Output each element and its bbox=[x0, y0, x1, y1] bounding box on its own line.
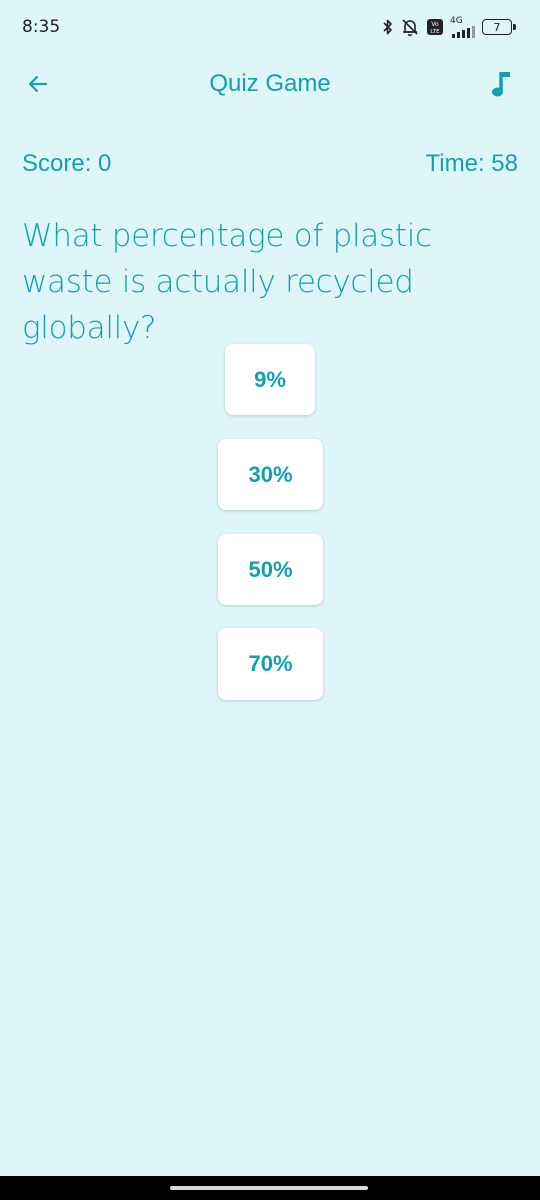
music-toggle-button[interactable] bbox=[484, 68, 520, 104]
navigation-bar bbox=[0, 1176, 540, 1200]
answer-option-1[interactable]: 9% bbox=[225, 344, 315, 415]
app-title: Quiz Game bbox=[209, 70, 331, 97]
app-bar: Quiz Game bbox=[0, 56, 540, 114]
volte-icon: Vo LTE bbox=[426, 18, 444, 36]
home-indicator[interactable] bbox=[170, 1186, 368, 1190]
network-type-label: 4G bbox=[450, 15, 463, 26]
status-bar: 8:35 Vo LTE 4G 7 bbox=[0, 0, 540, 56]
mute-icon bbox=[400, 17, 420, 37]
status-icons: Vo LTE 4G 7 bbox=[382, 15, 516, 39]
battery-icon: 7 bbox=[482, 19, 516, 35]
question-text: What percentage of plastic waste is actu… bbox=[22, 218, 432, 346]
svg-text:LTE: LTE bbox=[430, 29, 440, 35]
answer-option-3[interactable]: 50% bbox=[218, 534, 323, 605]
music-note-icon bbox=[490, 69, 514, 104]
bluetooth-icon bbox=[382, 18, 394, 36]
svg-text:Vo: Vo bbox=[431, 21, 439, 28]
status-time: 8:35 bbox=[22, 17, 61, 37]
score-label: Score: 0 bbox=[22, 150, 112, 177]
signal-icon: 4G bbox=[450, 15, 476, 38]
timer-label: Time: 58 bbox=[425, 150, 518, 177]
answer-option-4[interactable]: 70% bbox=[218, 628, 323, 700]
answer-option-2[interactable]: 30% bbox=[218, 439, 323, 510]
